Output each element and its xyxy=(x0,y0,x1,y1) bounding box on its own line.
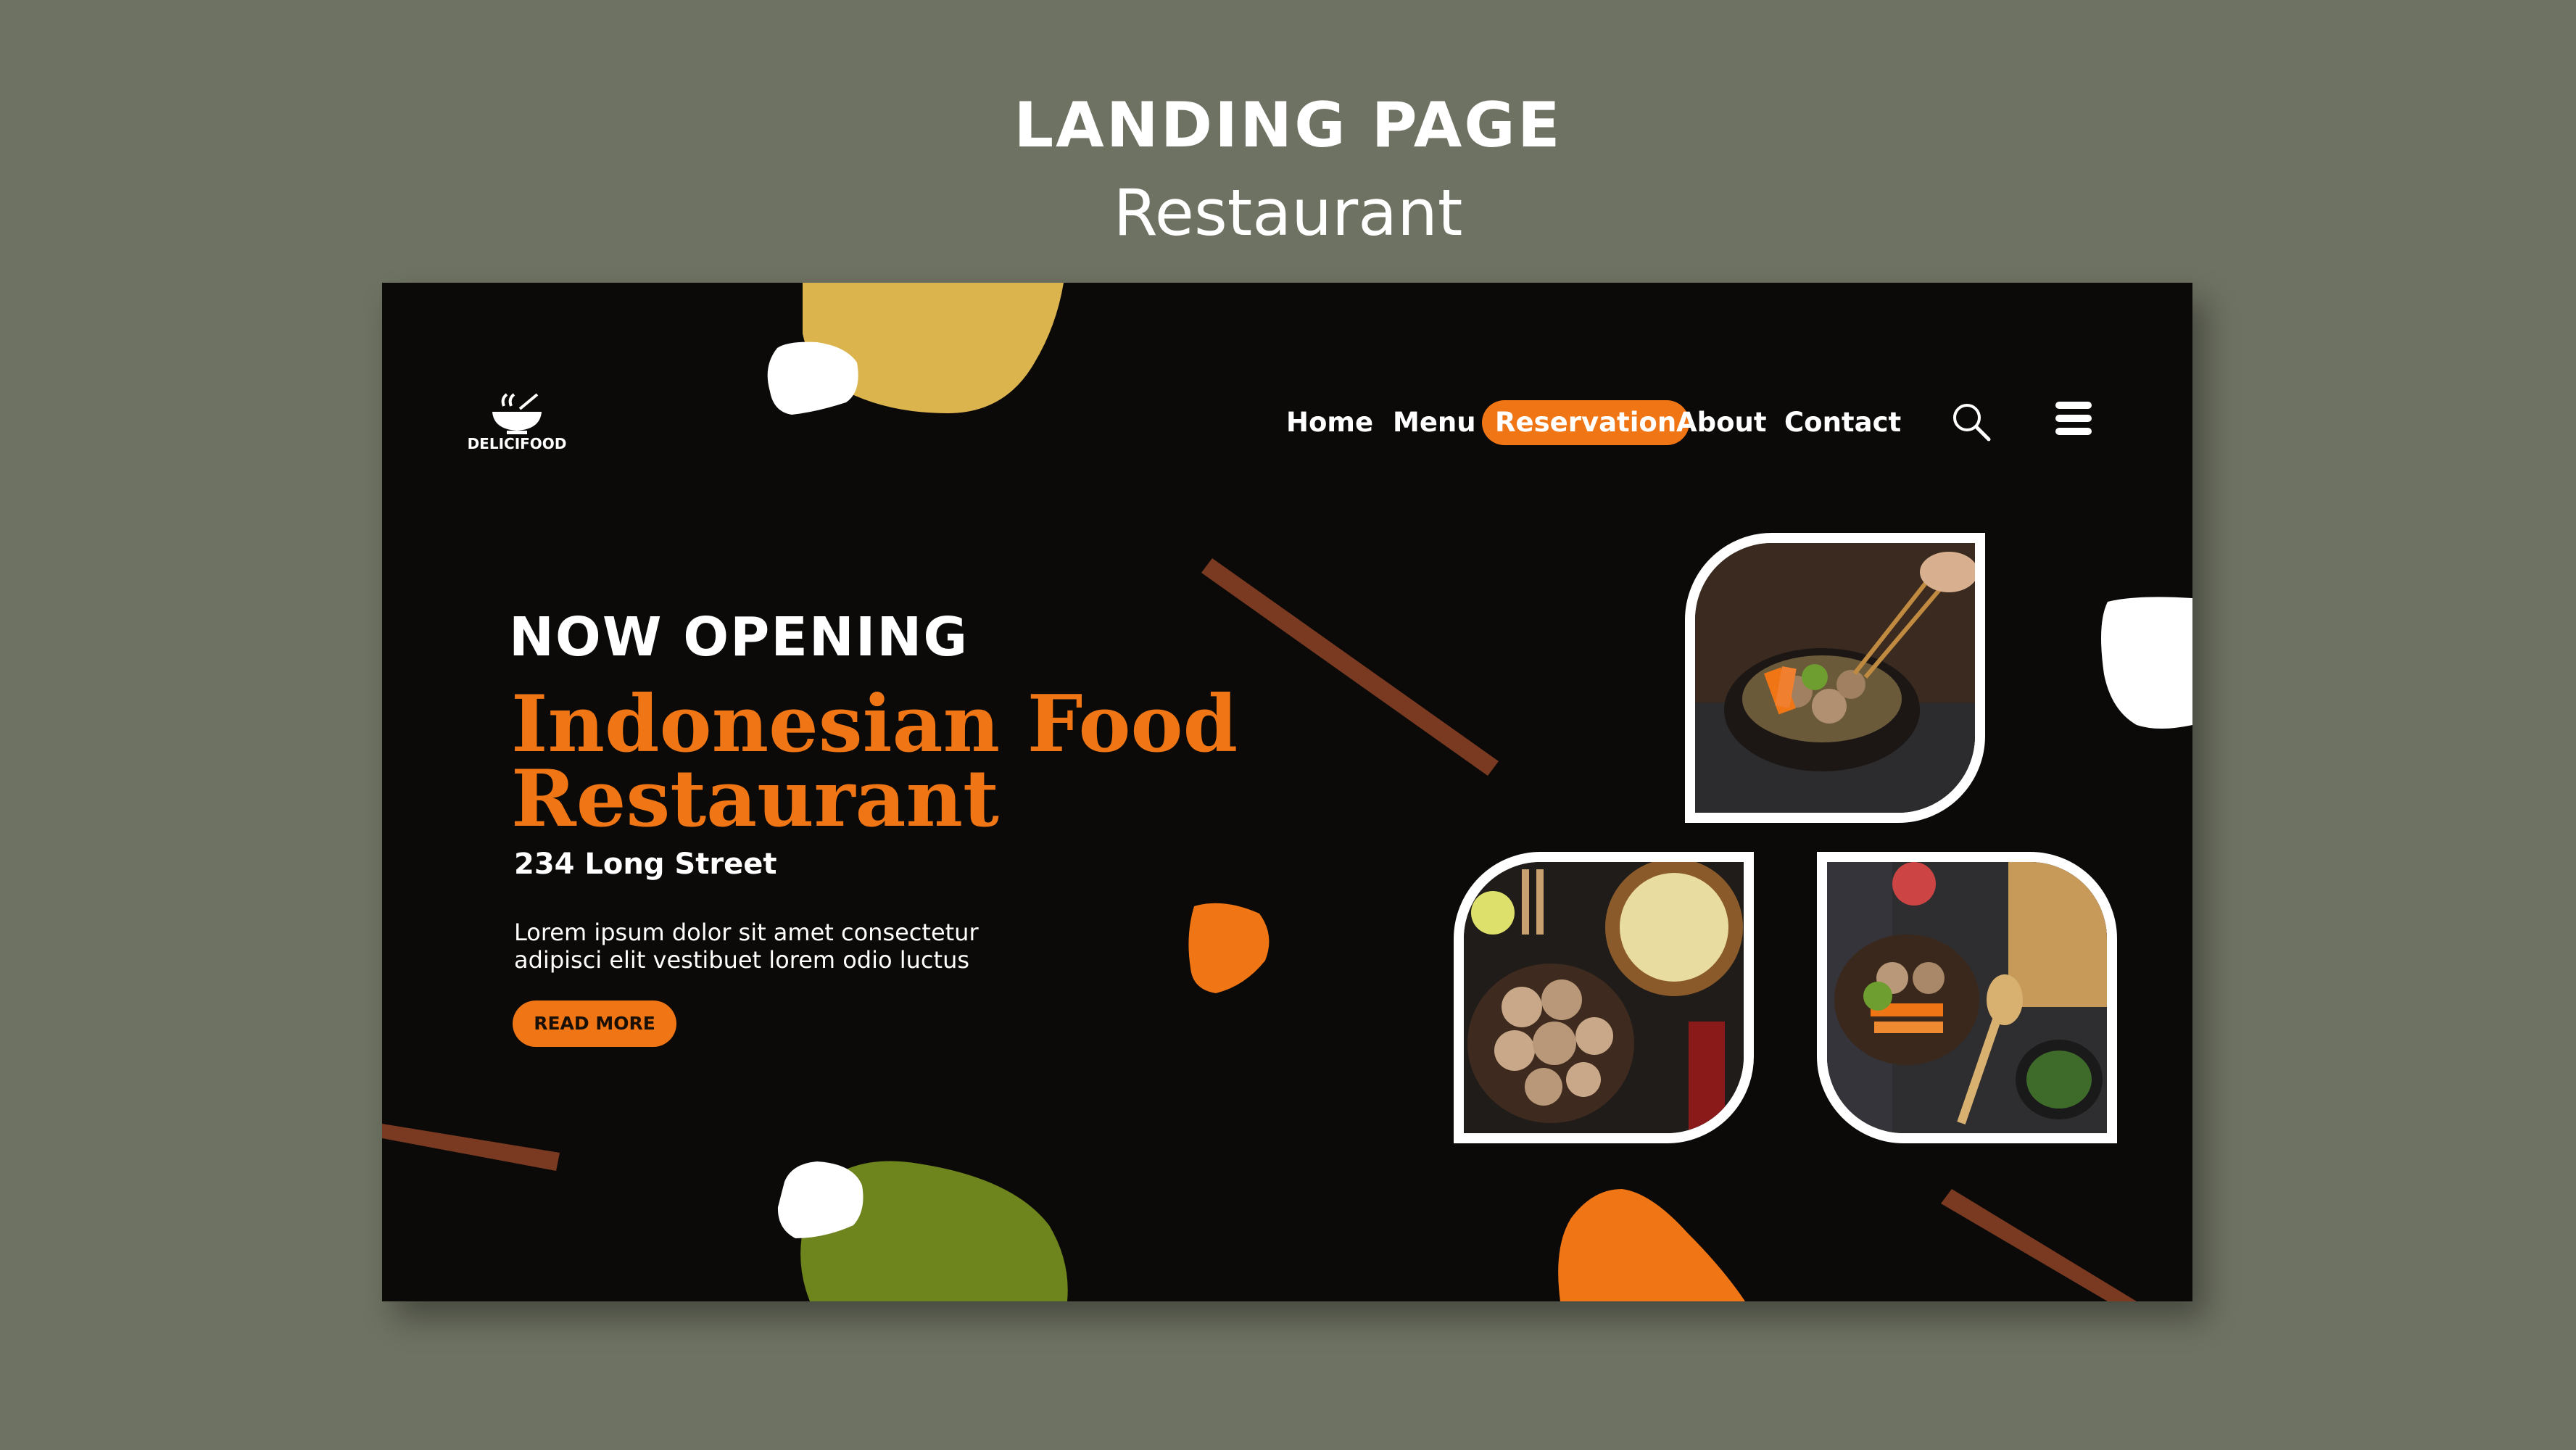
nav-contact[interactable]: Contact xyxy=(1784,400,1901,445)
page-subtitle: Restaurant xyxy=(1113,175,1463,250)
nav-menu[interactable]: Menu xyxy=(1393,400,1476,445)
landing-page-mockup: DELICIFOOD Home Menu Reservation About C… xyxy=(382,283,2192,1301)
hero-body-line1: Lorem ipsum dolor sit amet consectetur xyxy=(514,919,979,946)
brand-logo-text[interactable]: DELICIFOOD xyxy=(466,435,568,452)
hero-title-line1: Indonesian Food xyxy=(511,679,1238,770)
hero-kicker: NOW OPENING xyxy=(509,606,969,668)
page-title: LANDING PAGE xyxy=(1014,89,1562,162)
nav-about[interactable]: About xyxy=(1676,400,1767,445)
food-photo-bottom-right xyxy=(1817,852,2117,1143)
hero-body-line2: adipisci elit vestibuet lorem odio luctu… xyxy=(514,946,970,974)
hero-address: 234 Long Street xyxy=(514,848,777,881)
hero-title-line2: Restaurant xyxy=(511,753,999,845)
search-icon[interactable] xyxy=(1950,400,1993,444)
nav-reservation[interactable]: Reservation xyxy=(1482,400,1690,445)
hamburger-menu-icon[interactable] xyxy=(2054,397,2095,442)
nav-home[interactable]: Home xyxy=(1286,400,1373,445)
food-photo-top xyxy=(1685,533,1985,823)
read-more-button[interactable]: READ MORE xyxy=(513,1000,676,1047)
food-photo-bottom-left xyxy=(1454,852,1754,1143)
